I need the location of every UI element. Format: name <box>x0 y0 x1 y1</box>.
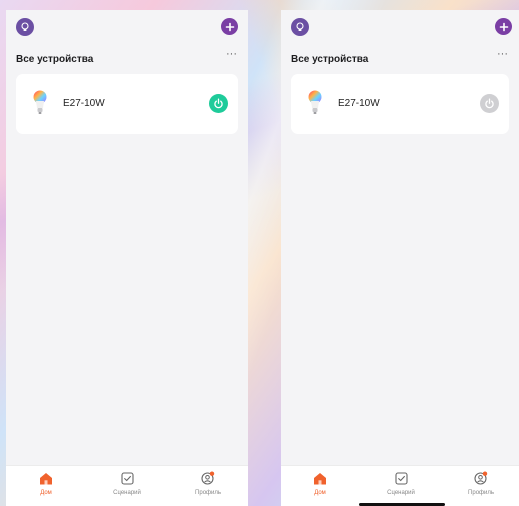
bottom-tab-bar: Дом Сценарий Профиль <box>281 465 519 506</box>
bulb-avatar-icon <box>21 22 29 31</box>
power-icon <box>214 98 223 109</box>
tab-label: Профиль <box>468 490 494 496</box>
tab-label: Сценарий <box>387 490 415 496</box>
tab-label: Сценарий <box>113 490 141 496</box>
add-device-button[interactable] <box>221 18 238 35</box>
power-icon <box>485 98 494 109</box>
tab-label: Дом <box>40 490 52 496</box>
checkbox-icon <box>394 471 408 485</box>
home-icon <box>40 472 52 484</box>
tab-label: Профиль <box>195 490 221 496</box>
plus-icon <box>499 22 508 31</box>
phone-screen-right: Все устройства ··· E27-10W Дом Сценарий … <box>281 10 519 506</box>
page-title: Все устройства <box>291 54 369 65</box>
top-bar <box>281 17 519 39</box>
device-name: E27-10W <box>338 98 380 109</box>
power-toggle-button[interactable] <box>480 94 499 113</box>
bottom-tab-bar: Дом Сценарий Профиль <box>6 465 248 506</box>
tab-home[interactable]: Дом <box>16 470 76 498</box>
add-device-button[interactable] <box>495 18 512 35</box>
tab-scenario[interactable]: Сценарий <box>371 470 431 498</box>
tab-home[interactable]: Дом <box>290 470 350 498</box>
section-header: Все устройства ··· <box>291 49 509 66</box>
tab-profile[interactable]: Профиль <box>178 470 238 498</box>
plus-icon <box>225 22 234 31</box>
home-avatar-button[interactable] <box>16 18 34 36</box>
more-options-button[interactable]: ··· <box>497 49 508 60</box>
section-header: Все устройства ··· <box>16 49 238 66</box>
device-card[interactable]: E27-10W <box>291 74 509 134</box>
bulb-avatar-icon <box>296 22 304 31</box>
home-icon <box>314 472 326 484</box>
device-name: E27-10W <box>63 98 105 109</box>
power-toggle-button[interactable] <box>209 94 228 113</box>
profile-icon <box>201 471 215 485</box>
device-card[interactable]: E27-10W <box>16 74 238 134</box>
tab-profile[interactable]: Профиль <box>451 470 511 498</box>
profile-icon <box>474 471 488 485</box>
bulb-icon <box>308 90 322 114</box>
tab-scenario[interactable]: Сценарий <box>97 470 157 498</box>
checkbox-icon <box>120 471 134 485</box>
home-avatar-button[interactable] <box>291 18 309 36</box>
top-bar <box>6 17 248 39</box>
bulb-icon <box>33 90 47 114</box>
more-options-button[interactable]: ··· <box>226 49 237 60</box>
tab-label: Дом <box>314 490 326 496</box>
page-title: Все устройства <box>16 54 94 65</box>
phone-screen-left: Все устройства ··· E27-10W Дом Сценарий … <box>6 10 248 506</box>
